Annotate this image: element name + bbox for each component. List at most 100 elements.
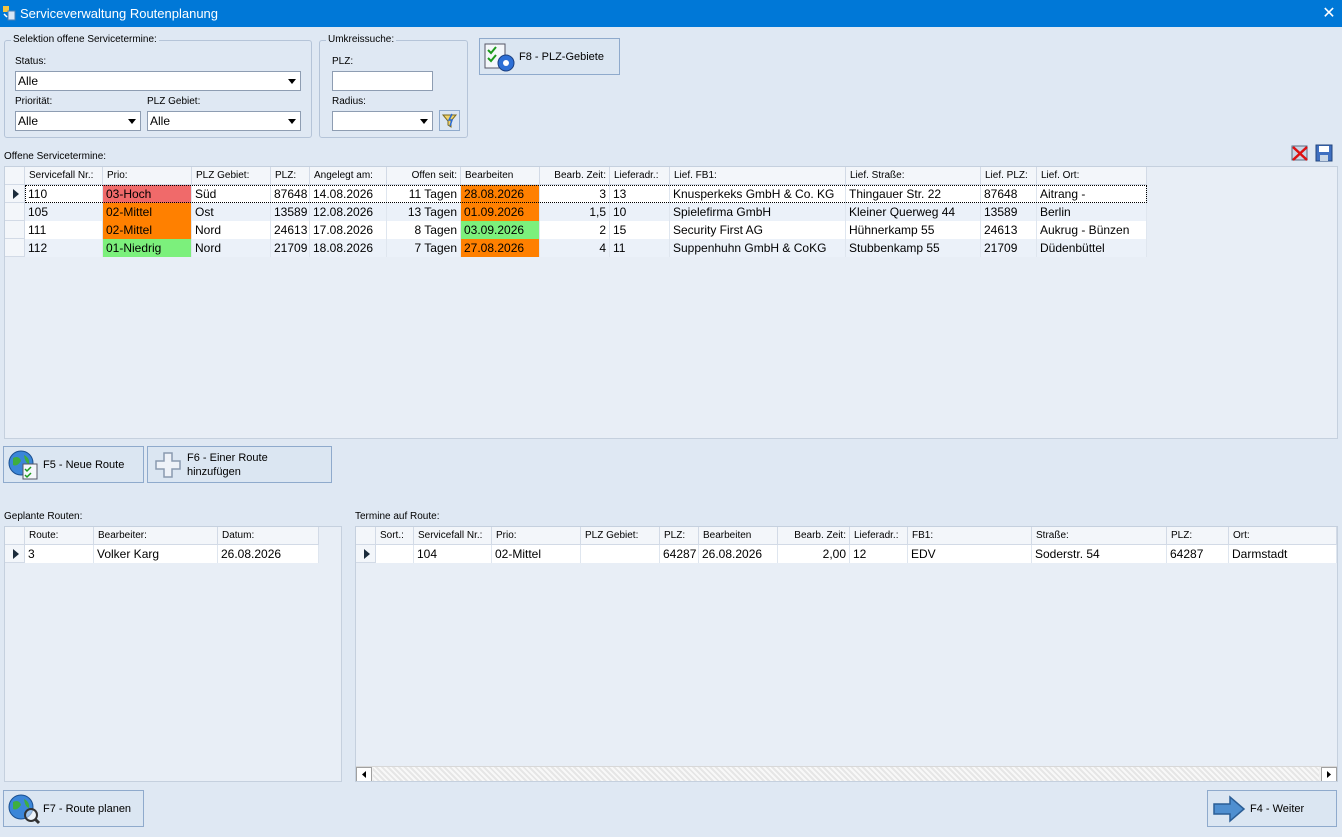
prioritaet-value: Alle	[18, 114, 39, 128]
table-cell: 3	[540, 185, 610, 203]
column-header[interactable]: PLZ Gebiet:	[192, 167, 271, 185]
column-header[interactable]: Lieferadr.:	[850, 527, 908, 545]
chevron-down-icon[interactable]	[284, 112, 300, 130]
umkreis-plz-input[interactable]	[332, 71, 433, 91]
table-cell: 02-Mittel	[103, 203, 192, 221]
column-header[interactable]: Ort:	[1229, 527, 1337, 545]
f6-line1: F6 - Einer Route	[187, 451, 268, 464]
clear-filter-button[interactable]	[1290, 143, 1310, 163]
row-selector[interactable]	[5, 239, 25, 257]
column-header[interactable]: Servicefall Nr.:	[25, 167, 103, 185]
table-cell: 64287	[1167, 545, 1229, 563]
termine-grid[interactable]: Sort.: Servicefall Nr.: Prio: PLZ Gebiet: PL…	[355, 526, 1338, 782]
table-cell: 15	[610, 221, 670, 239]
close-button[interactable]: ✕	[1316, 0, 1342, 27]
window-title: Serviceverwaltung Routenplanung	[20, 6, 219, 21]
table-cell: Düdenbüttel	[1037, 239, 1147, 257]
table-cell: Volker Karg	[94, 545, 218, 563]
open-grid-label: Offene Servicetermine:	[4, 151, 107, 162]
radius-search-button[interactable]	[439, 110, 460, 131]
table-cell: Berlin	[1037, 203, 1147, 221]
open-service-grid[interactable]: Servicefall Nr.: Prio: PLZ Gebiet: PLZ: Ange…	[4, 166, 1338, 439]
column-header[interactable]: Bearbeiten	[699, 527, 778, 545]
route-planen-button[interactable]: F7 - Route planen	[3, 790, 144, 827]
arrow-right-icon	[1327, 771, 1331, 778]
table-cell: Soderstr. 54	[1032, 545, 1167, 563]
column-header[interactable]: Lief. Straße:	[846, 167, 981, 185]
column-header[interactable]: Straße:	[1032, 527, 1167, 545]
column-header[interactable]: Servicefall Nr.:	[414, 527, 492, 545]
column-header[interactable]: Bearb. Zeit:	[778, 527, 850, 545]
routes-grid[interactable]: Route: Bearbeiter: Datum: 3 Volker Karg 26.08…	[4, 526, 342, 782]
grid-corner	[5, 167, 25, 185]
table-cell: Aitrang -	[1037, 185, 1147, 203]
horizontal-scrollbar[interactable]	[356, 766, 1337, 781]
column-header[interactable]: PLZ:	[660, 527, 699, 545]
column-header[interactable]: FB1:	[908, 527, 1032, 545]
table-cell: 13 Tagen	[387, 203, 461, 221]
table-cell: 17.08.2026	[310, 221, 387, 239]
column-header[interactable]: Lief. Ort:	[1037, 167, 1147, 185]
row-selector[interactable]	[5, 203, 25, 221]
table-cell: Hühnerkamp 55	[846, 221, 981, 239]
radius-select[interactable]	[332, 111, 433, 131]
column-header[interactable]: Sort.:	[376, 527, 414, 545]
plz-gebiete-button-label: F8 - PLZ-Gebiete	[519, 50, 604, 63]
column-header[interactable]: Lieferadr.:	[610, 167, 670, 185]
column-header[interactable]: Angelegt am:	[310, 167, 387, 185]
chevron-down-icon[interactable]	[124, 112, 140, 130]
table-cell: 7 Tagen	[387, 239, 461, 257]
column-header[interactable]: Lief. PLZ:	[981, 167, 1037, 185]
column-header[interactable]: Bearbeiter:	[94, 527, 218, 545]
current-row-icon	[13, 189, 19, 199]
table-cell: Security First AG	[670, 221, 846, 239]
column-header[interactable]: Route:	[25, 527, 94, 545]
weiter-button[interactable]: F4 - Weiter	[1207, 790, 1337, 827]
table-cell: Thingauer Str. 22	[846, 185, 981, 203]
table-cell: 24613	[271, 221, 310, 239]
table-cell: 21709	[271, 239, 310, 257]
scroll-left-button[interactable]	[356, 767, 372, 781]
einer-route-hinzufuegen-button-label: F6 - Einer Route hinzufügen	[187, 451, 268, 479]
scroll-right-button[interactable]	[1321, 767, 1337, 781]
checklist-globe-icon	[484, 43, 515, 72]
neue-route-button[interactable]: F5 - Neue Route	[3, 446, 144, 483]
column-header[interactable]: Bearb. Zeit:	[540, 167, 610, 185]
prioritaet-select[interactable]: Alle	[15, 111, 141, 131]
column-header[interactable]: Bearbeiten	[461, 167, 540, 185]
chevron-down-icon[interactable]	[284, 72, 300, 90]
row-selector[interactable]	[5, 221, 25, 239]
table-cell: 12.08.2026	[310, 203, 387, 221]
save-button[interactable]	[1314, 143, 1334, 163]
row-selector[interactable]	[5, 545, 25, 563]
table-cell: 4	[540, 239, 610, 257]
table-cell: 13589	[981, 203, 1037, 221]
column-header[interactable]: Prio:	[103, 167, 192, 185]
row-selector[interactable]	[356, 545, 376, 563]
selection-group: Selektion offene Servicetermine: Status:…	[4, 34, 312, 138]
table-cell: Nord	[192, 239, 271, 257]
table-cell: 12	[850, 545, 908, 563]
column-header[interactable]: Datum:	[218, 527, 319, 545]
plz-gebiet-select[interactable]: Alle	[147, 111, 301, 131]
row-selector[interactable]	[5, 185, 25, 203]
save-icon	[1315, 144, 1333, 162]
umkreis-group: Umkreissuche: PLZ: Radius:	[319, 34, 468, 138]
column-header[interactable]: Prio:	[492, 527, 581, 545]
column-header[interactable]: Offen seit:	[387, 167, 461, 185]
plz-gebiete-button[interactable]: F8 - PLZ-Gebiete	[479, 38, 620, 75]
status-select[interactable]: Alle	[15, 71, 301, 91]
table-cell: Aukrug - Bünzen	[1037, 221, 1147, 239]
table-cell: 26.08.2026	[699, 545, 778, 563]
column-header[interactable]: PLZ Gebiet:	[581, 527, 660, 545]
globe-checklist-icon	[8, 450, 38, 480]
column-header[interactable]: Lief. FB1:	[670, 167, 846, 185]
column-header[interactable]: PLZ:	[1167, 527, 1229, 545]
scroll-thumb[interactable]	[373, 767, 1319, 781]
einer-route-hinzufuegen-button[interactable]: F6 - Einer Route hinzufügen	[147, 446, 332, 483]
table-cell: 105	[25, 203, 103, 221]
table-cell: 112	[25, 239, 103, 257]
umkreis-plz-label: PLZ:	[332, 56, 354, 67]
column-header[interactable]: PLZ:	[271, 167, 310, 185]
chevron-down-icon[interactable]	[416, 112, 432, 130]
